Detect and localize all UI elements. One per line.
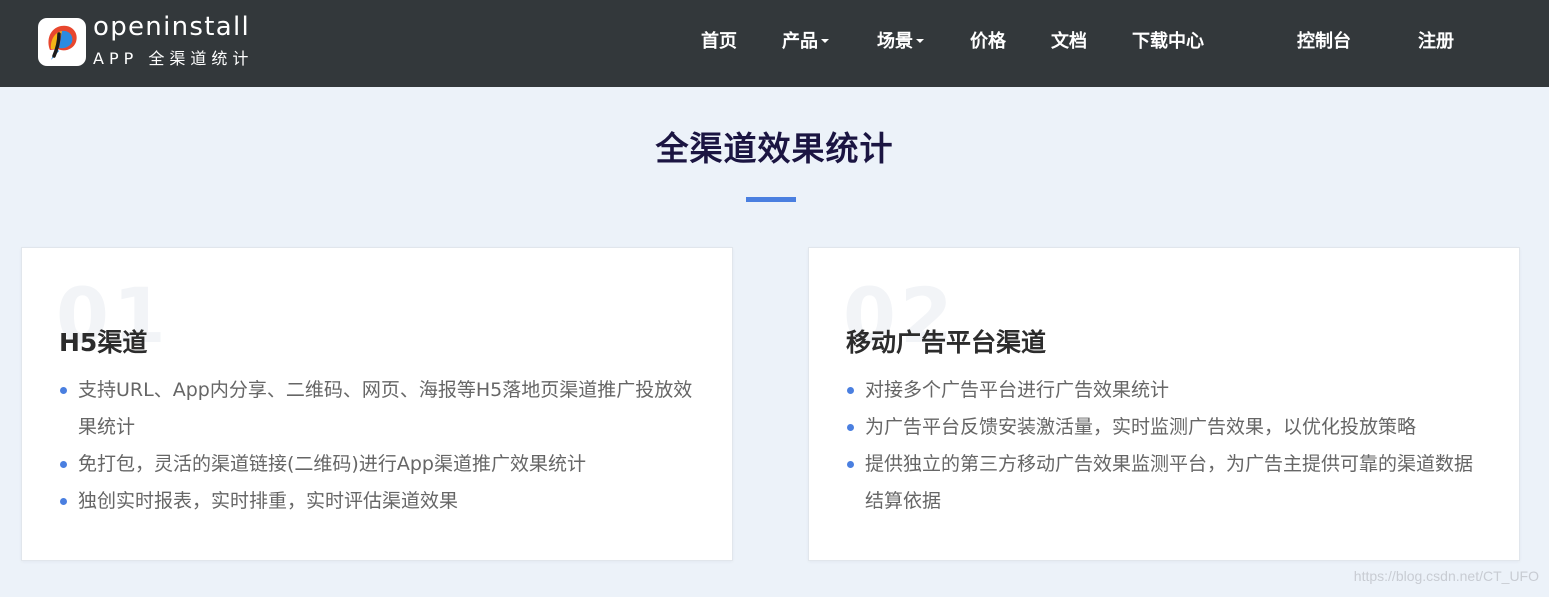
list-item: 对接多个广告平台进行广告效果统计 — [846, 372, 1486, 409]
bullet-dot-icon — [60, 461, 67, 468]
nav-item-home[interactable]: 首页 — [701, 28, 737, 56]
feature-list: 对接多个广告平台进行广告效果统计 为广告平台反馈安装激活量，实时监测广告效果，以… — [846, 372, 1486, 520]
list-item-text: 免打包，灵活的渠道链接(二维码)进行App渠道推广效果统计 — [78, 453, 586, 475]
nav-item-products[interactable]: 产品 — [782, 28, 829, 56]
list-item-text: 对接多个广告平台进行广告效果统计 — [865, 379, 1170, 401]
bullet-dot-icon — [60, 498, 67, 505]
nav-item-pricing[interactable]: 价格 — [970, 28, 1006, 56]
console-link[interactable]: 控制台 — [1297, 28, 1351, 56]
section-title: 全渠道效果统计 — [655, 129, 894, 168]
top-navbar: openinstall APP 全渠道统计 首页 产品 场景 价格 文档 下载中… — [0, 0, 1549, 87]
list-item: 为广告平台反馈安装激活量，实时监测广告效果，以优化投放策略 — [846, 409, 1486, 446]
card-title: H5渠道 — [59, 328, 148, 357]
list-item: 免打包，灵活的渠道链接(二维码)进行App渠道推广效果统计 — [59, 446, 699, 483]
nav-item-label: 首页 — [701, 31, 737, 52]
bullet-dot-icon — [60, 387, 67, 394]
brand-logo-link[interactable]: openinstall APP 全渠道统计 — [38, 12, 278, 68]
bullet-dot-icon — [847, 461, 854, 468]
caret-down-icon — [916, 39, 924, 43]
list-item-text: 独创实时报表，实时排重，实时评估渠道效果 — [78, 490, 459, 512]
brand-tagline: APP 全渠道统计 — [93, 49, 254, 68]
nav-item-label: 价格 — [970, 31, 1006, 52]
list-item: 支持URL、App内分享、二维码、网页、海报等H5落地页渠道推广投放效果统计 — [59, 372, 699, 446]
title-underline — [746, 197, 796, 202]
list-item: 提供独立的第三方移动广告效果监测平台，为广告主提供可靠的渠道数据结算依据 — [846, 446, 1486, 520]
register-link[interactable]: 注册 — [1418, 28, 1454, 56]
list-item-text: 提供独立的第三方移动广告效果监测平台，为广告主提供可靠的渠道数据结算依据 — [865, 453, 1474, 512]
nav-item-scenarios[interactable]: 场景 — [877, 28, 924, 56]
feature-list: 支持URL、App内分享、二维码、网页、海报等H5落地页渠道推广投放效果统计 免… — [59, 372, 699, 520]
watermark-text: https://blog.csdn.net/CT_UFO — [1353, 568, 1539, 584]
brand-name: openinstall — [93, 12, 251, 42]
nav-item-label: 产品 — [782, 31, 818, 52]
bullet-dot-icon — [847, 387, 854, 394]
nav-item-downloads[interactable]: 下载中心 — [1132, 28, 1204, 56]
card-title: 移动广告平台渠道 — [846, 328, 1047, 357]
feature-card-h5: 01 H5渠道 支持URL、App内分享、二维码、网页、海报等H5落地页渠道推广… — [21, 247, 733, 561]
nav-item-label: 下载中心 — [1132, 31, 1204, 52]
list-item-text: 支持URL、App内分享、二维码、网页、海报等H5落地页渠道推广投放效果统计 — [78, 379, 693, 438]
openinstall-logo-icon — [38, 18, 86, 66]
feature-card-ad-platform: 02 移动广告平台渠道 对接多个广告平台进行广告效果统计 为广告平台反馈安装激活… — [808, 247, 1520, 561]
nav-item-docs[interactable]: 文档 — [1051, 28, 1087, 56]
caret-down-icon — [821, 39, 829, 43]
nav-item-label: 文档 — [1051, 31, 1087, 52]
list-item-text: 为广告平台反馈安装激活量，实时监测广告效果，以优化投放策略 — [865, 416, 1417, 438]
list-item: 独创实时报表，实时排重，实时评估渠道效果 — [59, 483, 699, 520]
nav-item-label: 场景 — [877, 31, 913, 52]
bullet-dot-icon — [847, 424, 854, 431]
